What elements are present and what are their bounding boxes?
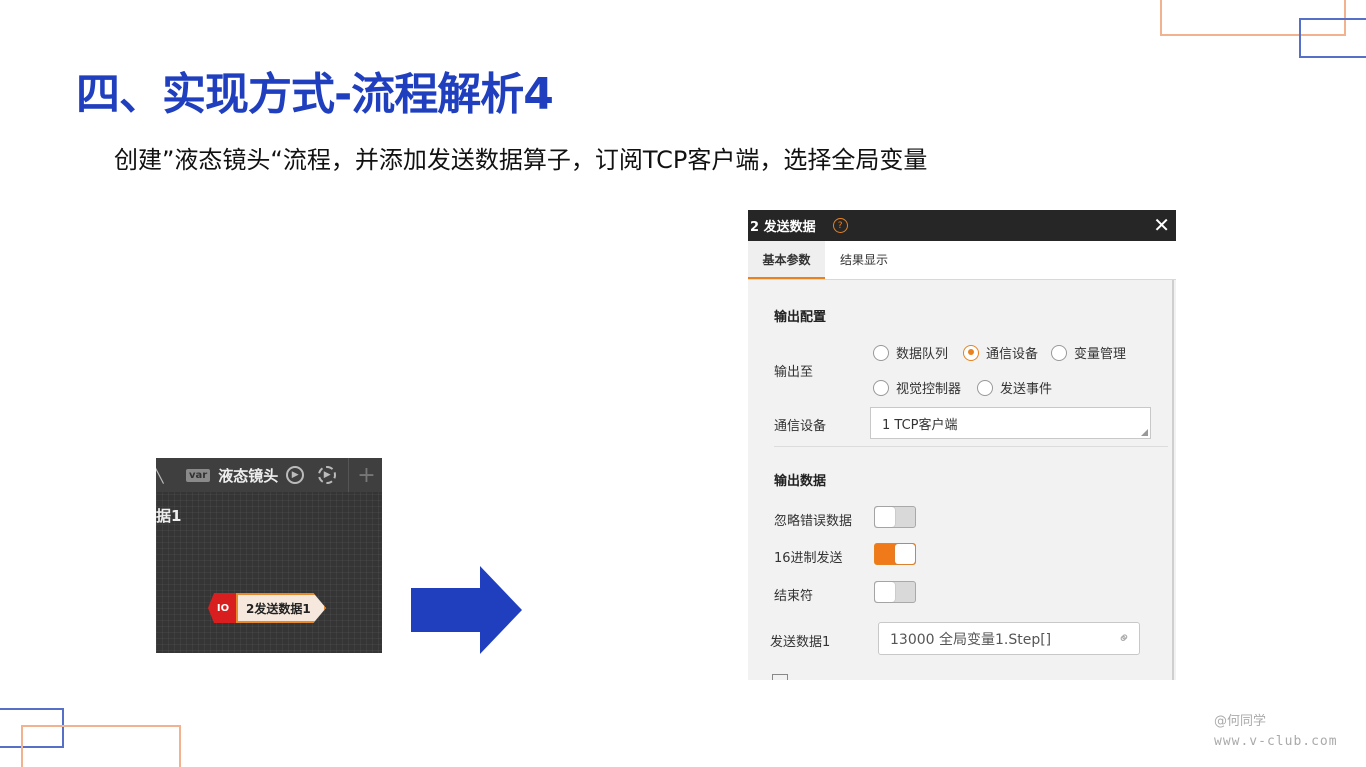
terminator-label: 结束符 [774,589,814,604]
output-config-header: 输出配置 [774,310,827,325]
hex-send-label: 16进制发送 [774,551,843,566]
radio-variable-mgmt[interactable]: 变量管理 [1051,343,1126,362]
radio-label: 通信设备 [986,347,1039,362]
variable-icon[interactable]: var [186,468,211,482]
dialog-title: 2 发送数据 [750,220,816,235]
tab-basic-params[interactable]: 基本参数 [748,241,825,279]
radio-label: 数据队列 [896,347,949,362]
radio-label: 变量管理 [1074,347,1127,362]
radio-circle [873,344,889,361]
slide-subtitle: 创建”液态镜头“流程，并添加发送数据算子，订阅TCP客户端，选择全局变量 [114,146,928,174]
radio-label: 视觉控制器 [896,382,962,397]
watermark-author: @何同学 [1214,714,1267,729]
toggle-knob [895,544,915,564]
output-to-label: 输出至 [774,365,814,380]
radio-label: 发送事件 [1000,382,1053,397]
radio-data-queue[interactable]: 数据队列 [873,343,948,362]
send-data-input[interactable]: 13000 全局变量1.Step[] ⚭ [878,622,1140,655]
process-canvas[interactable]: ╲ var 液态镜头 ▶ ▶ + 据1 IO 2发送数据1 [156,458,382,653]
terminator-toggle[interactable] [874,581,916,603]
output-data-header: 输出数据 [774,474,827,489]
comm-device-label: 通信设备 [774,419,827,434]
toggle-knob [875,507,895,527]
radio-circle [1051,344,1067,361]
run-once-icon[interactable]: ▶ [286,466,305,484]
close-icon[interactable]: ✕ [1153,213,1170,237]
help-icon[interactable]: ? [832,218,848,233]
radio-vision-controller[interactable]: 视觉控制器 [873,378,961,397]
dialog-body: 输出配置 输出至 数据队列 通信设备 变量管理 视觉控制器 发送事件 通信设备 … [748,280,1174,680]
run-loop-icon[interactable]: ▶ [318,466,337,484]
ignore-error-toggle[interactable] [874,506,916,528]
right-arrow-icon [411,566,522,654]
process-name: 液态镜头 [218,466,279,485]
send-data-value: 13000 全局变量1.Step[] [890,631,1052,648]
radio-send-event[interactable]: 发送事件 [977,378,1052,397]
radio-circle [977,379,993,396]
radio-comm-device[interactable]: 通信设备 [963,343,1038,362]
radio-circle [873,379,889,396]
toolbar-divider [348,458,350,492]
toggle-knob [875,582,895,602]
node-list-label: 据1 [156,507,182,525]
resize-corner-icon [1141,429,1148,436]
slide-title: 四、实现方式-流程解析4 [76,69,554,120]
watermark-site: www.v-club.com [1214,734,1338,749]
dialog-tabs: 基本参数 结果显示 [748,241,1176,280]
corner-frame-blue-top [1299,18,1366,58]
expand-icon[interactable] [772,674,788,680]
send-data-node[interactable]: IO 2发送数据1 [208,593,326,623]
corner-frame-orange-bottom [21,725,181,767]
hex-send-toggle[interactable] [874,543,916,565]
comm-device-select[interactable]: 1 TCP客户端 [870,407,1151,439]
send-data-dialog: 2 发送数据 ? ✕ 基本参数 结果显示 输出配置 输出至 数据队列 通信设备 … [748,210,1176,680]
add-process-icon[interactable]: + [357,463,375,488]
search-icon[interactable]: ╲ [156,466,164,484]
ignore-error-label: 忽略错误数据 [774,514,853,529]
send-data-node-label: 2发送数据1 [236,593,326,623]
io-icon: IO [208,593,238,623]
comm-device-value: 1 TCP客户端 [882,417,958,433]
tab-result-display[interactable]: 结果显示 [840,241,888,279]
canvas-toolbar: ╲ var 液态镜头 ▶ ▶ + [156,458,382,492]
dialog-titlebar: 2 发送数据 ? ✕ [748,210,1176,241]
section-divider [774,446,1168,447]
radio-circle-selected [963,344,979,361]
link-icon[interactable]: ⚭ [1114,627,1136,649]
send-data-label: 发送数据1 [770,635,831,650]
